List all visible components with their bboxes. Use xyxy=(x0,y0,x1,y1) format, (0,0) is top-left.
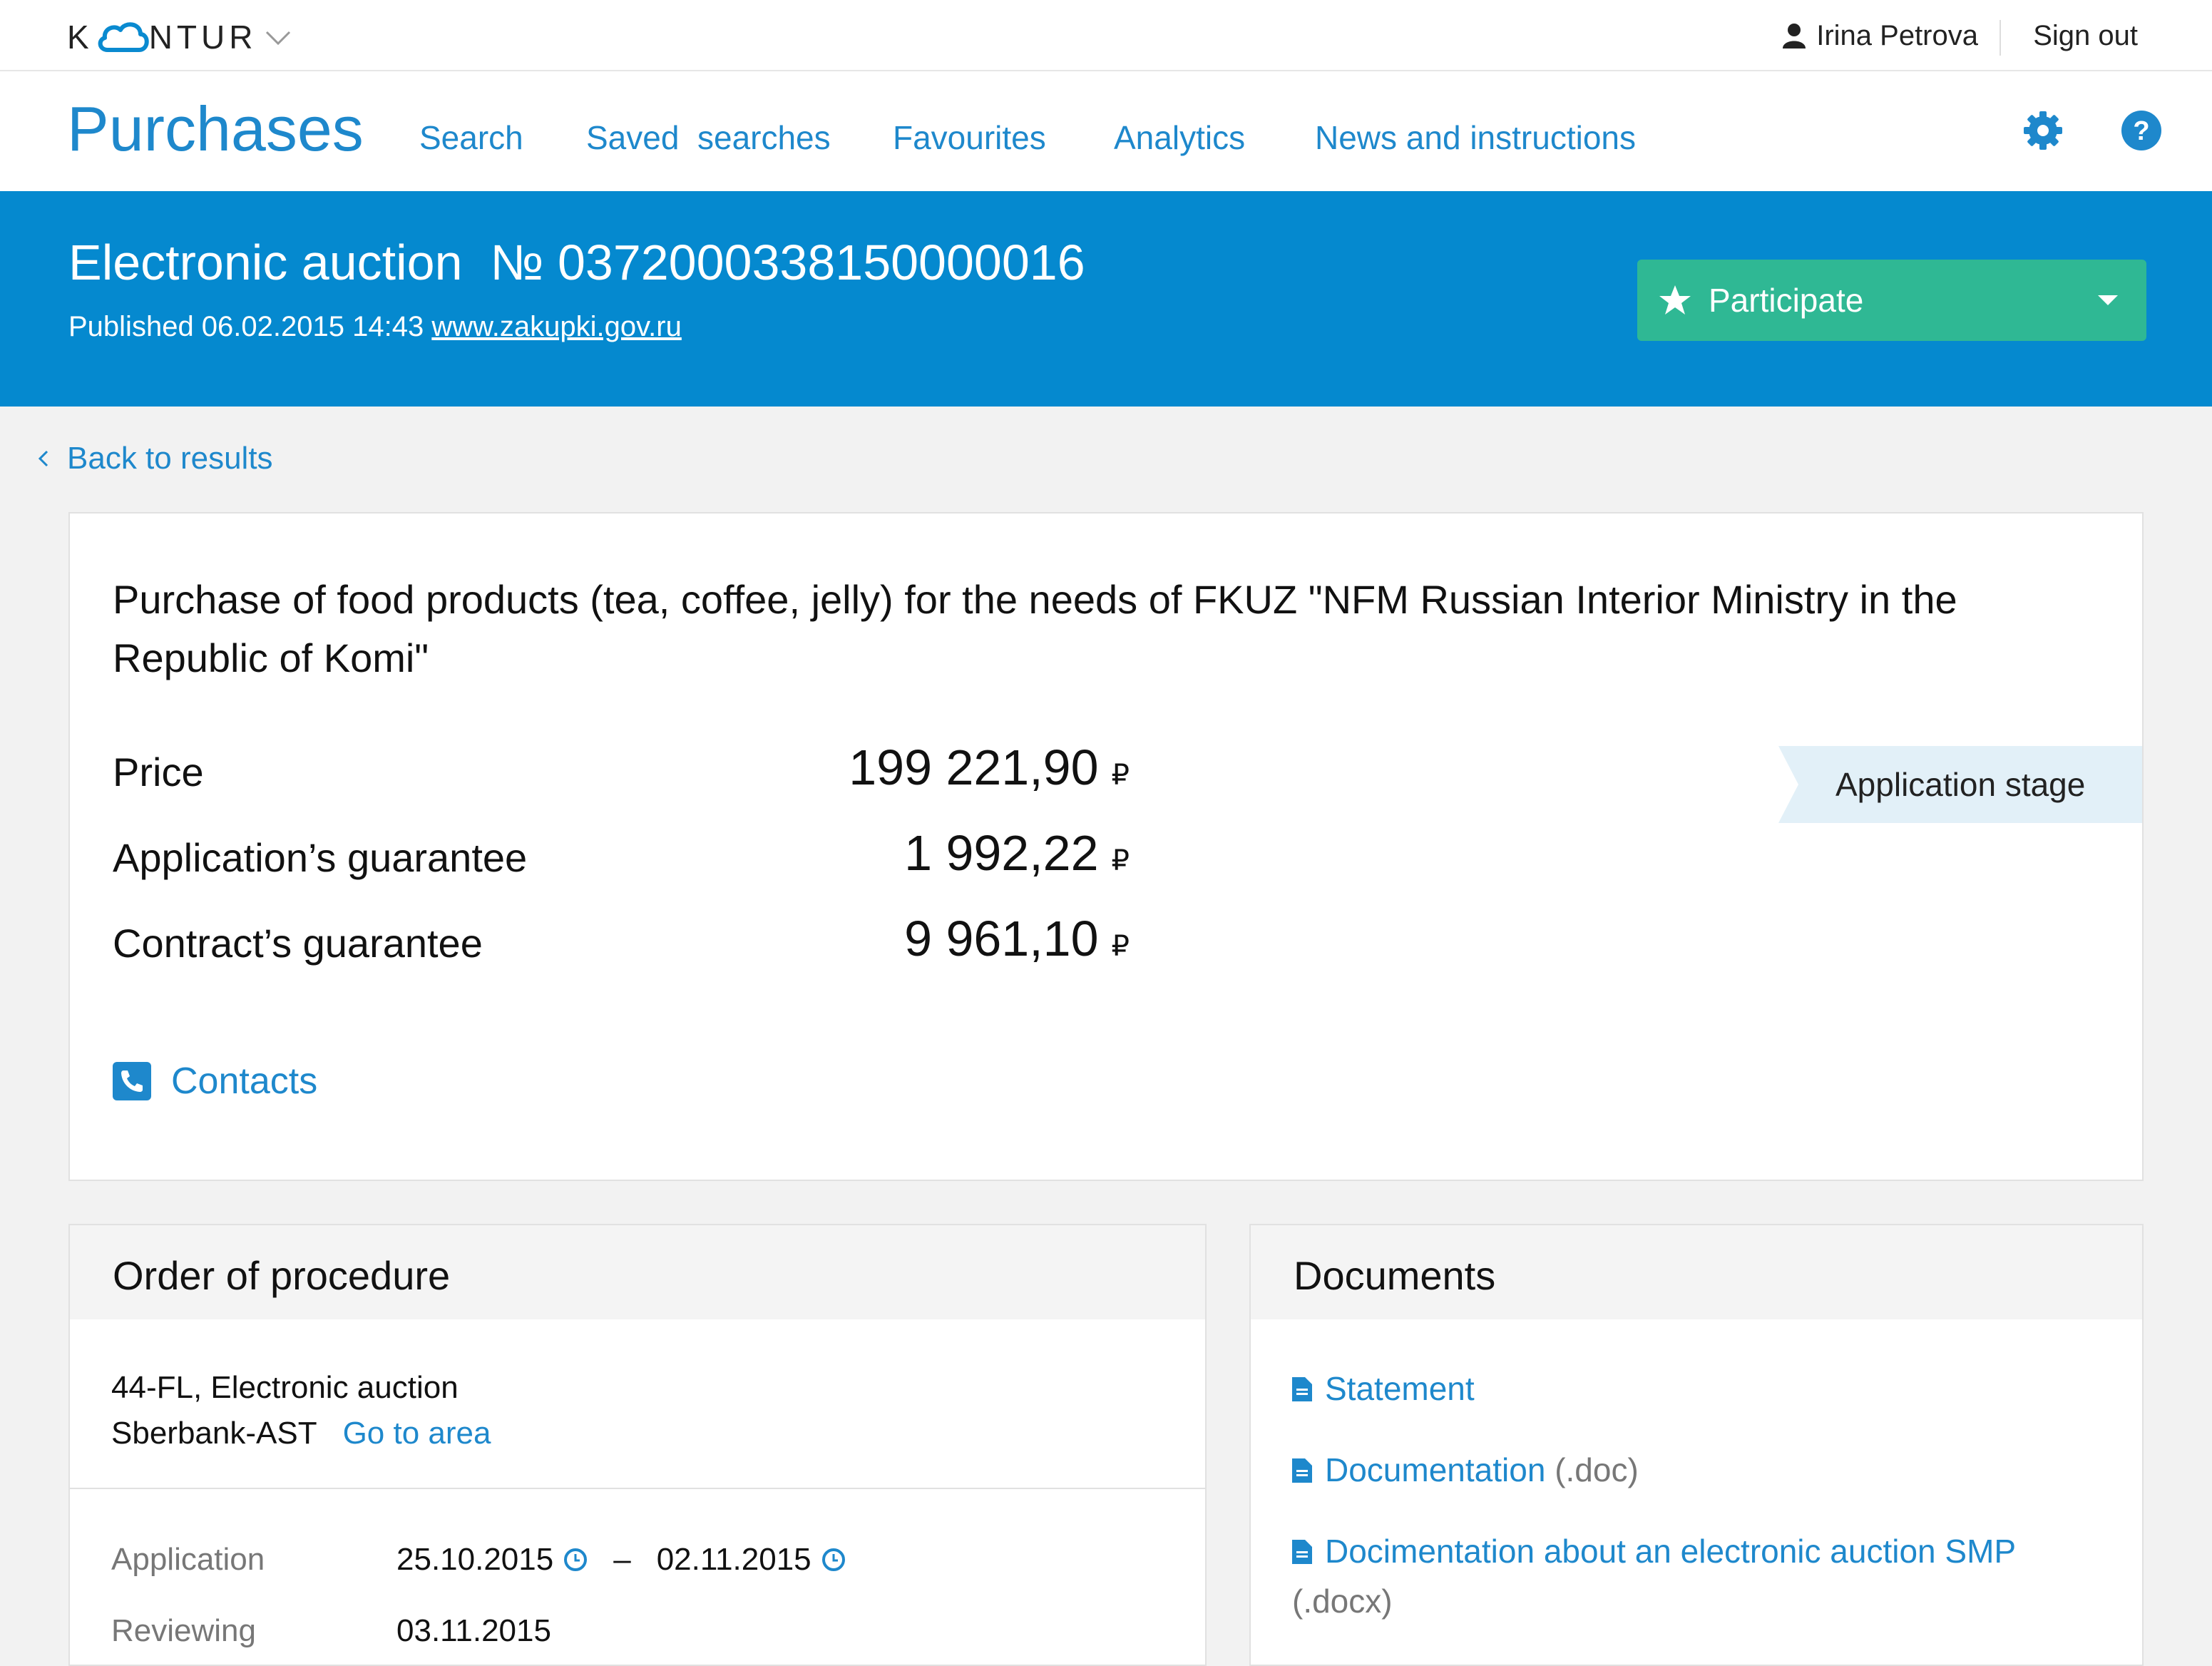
auction-header: Electronic auction № 0372000338150000016… xyxy=(0,191,2212,407)
documents-card: Documents Statement Documentation (.doc)… xyxy=(1249,1224,2144,1666)
kontur-logo[interactable]: K NTUR xyxy=(67,19,292,56)
document-link-statement[interactable]: Statement xyxy=(1292,1364,2112,1414)
application-guarantee-value: 1 992,22 ₽ xyxy=(904,824,1130,881)
price-value: 199 221,90 ₽ xyxy=(849,739,1130,796)
application-guarantee-amount: 1 992,22 xyxy=(904,825,1099,881)
currency-sign: ₽ xyxy=(1111,760,1130,791)
contacts-link[interactable]: Contacts xyxy=(113,1060,317,1103)
currency-sign: ₽ xyxy=(1111,845,1130,877)
document-icon xyxy=(1292,1540,1312,1564)
contract-guarantee-value: 9 961,10 ₽ xyxy=(904,910,1130,967)
order-heading: Order of procedure xyxy=(70,1225,1205,1319)
user-menu[interactable]: Irina Petrova xyxy=(1782,16,1978,56)
procedure-law: 44-FL, Electronic auction xyxy=(111,1370,459,1405)
date-to: 02.11.2015 xyxy=(656,1542,811,1577)
logo-letter-k: K xyxy=(67,19,93,56)
document-name: Docimentation about an electronic auctio… xyxy=(1325,1533,2017,1570)
participate-label: Participate xyxy=(1709,282,1864,319)
nav-favourites[interactable]: Favourites xyxy=(893,118,1046,157)
logo-letters-ntur: NTUR xyxy=(148,19,257,56)
document-extension: (.docx) xyxy=(1292,1583,1393,1620)
order-of-procedure-card: Order of procedure 44-FL, Electronic auc… xyxy=(68,1224,1207,1666)
date-dash: – xyxy=(613,1542,631,1577)
caret-down-icon[interactable] xyxy=(2098,295,2118,305)
chevron-left-icon xyxy=(38,450,48,467)
divider xyxy=(1999,20,2001,56)
star-icon xyxy=(1659,285,1691,315)
price-label: Price xyxy=(113,750,204,794)
gear-icon[interactable] xyxy=(2021,108,2065,153)
user-icon xyxy=(1783,24,1806,48)
purchase-title: Purchase of food products (tea, coffee, … xyxy=(113,577,1957,680)
document-name: Statement xyxy=(1325,1370,1475,1407)
platform-name: Sberbank-AST xyxy=(111,1416,317,1451)
stage-label: Application stage xyxy=(1835,766,2086,803)
cloud-icon xyxy=(98,22,149,52)
sign-out-link[interactable]: Sign out xyxy=(2033,16,2138,56)
contract-guarantee-amount: 9 961,10 xyxy=(904,911,1099,966)
phone-icon xyxy=(113,1062,151,1100)
application-guarantee-label: Application’s guarantee xyxy=(113,835,528,880)
schedule-reviewing-date: 03.11.2015 xyxy=(396,1613,551,1649)
document-icon xyxy=(1292,1458,1312,1483)
nav-analytics[interactable]: Analytics xyxy=(1114,118,1245,157)
back-label: Back to results xyxy=(67,441,273,476)
main-nav: Purchases Search Saved searches Favourit… xyxy=(0,71,2212,191)
back-to-results-link[interactable]: Back to results xyxy=(37,441,273,476)
nav-news-and-instructions[interactable]: News and instructions xyxy=(1315,118,1636,157)
user-name: Irina Petrova xyxy=(1816,19,1978,51)
contract-guarantee-label: Contract’s guarantee xyxy=(113,921,483,966)
divider xyxy=(70,1488,1205,1489)
procedure-platform-row: Sberbank-AST Go to area xyxy=(111,1411,491,1456)
document-name: Documentation xyxy=(1325,1451,1546,1488)
published-date: Published 06.02.2015 14:43 xyxy=(68,311,424,342)
schedule-label-application: Application xyxy=(111,1542,265,1577)
purchase-summary-card: Purchase of food products (tea, coffee, … xyxy=(68,512,2144,1181)
document-icon xyxy=(1292,1377,1312,1401)
top-bar: K NTUR Irina Petrova Sign out xyxy=(0,0,2212,71)
schedule-application-dates: 25.10.2015 – 02.11.2015 xyxy=(396,1542,846,1578)
chevron-down-icon[interactable] xyxy=(264,26,292,48)
zakupki-link[interactable]: www.zakupki.gov.ru xyxy=(431,311,682,342)
documents-heading: Documents xyxy=(1251,1225,2142,1319)
published-info: Published 06.02.2015 14:43 www.zakupki.g… xyxy=(68,311,682,343)
document-extension: (.doc) xyxy=(1555,1451,1639,1488)
clock-icon[interactable] xyxy=(563,1548,588,1572)
nav-saved-searches[interactable]: Saved searches xyxy=(586,118,831,157)
status-badge: Application stage xyxy=(1778,746,2142,823)
auction-title: Electronic auction № 0372000338150000016 xyxy=(68,235,1085,290)
date-from: 03.11.2015 xyxy=(396,1613,551,1648)
date-from: 25.10.2015 xyxy=(396,1542,554,1577)
document-link-smp-auction[interactable]: Docimentation about an electronic auctio… xyxy=(1292,1526,2112,1626)
document-link-documentation[interactable]: Documentation (.doc) xyxy=(1292,1445,2112,1495)
go-to-area-link[interactable]: Go to area xyxy=(343,1416,491,1451)
participate-button[interactable]: Participate xyxy=(1637,260,2146,341)
contacts-label: Contacts xyxy=(171,1061,318,1102)
app-title[interactable]: Purchases xyxy=(67,93,364,165)
help-icon[interactable]: ? xyxy=(2119,108,2164,153)
schedule-label-reviewing: Reviewing xyxy=(111,1613,256,1648)
svg-text:?: ? xyxy=(2133,116,2149,146)
currency-sign: ₽ xyxy=(1111,931,1130,962)
nav-search[interactable]: Search xyxy=(419,118,523,157)
procedure-info: 44-FL, Electronic auction Sberbank-AST Go… xyxy=(111,1365,491,1456)
clock-icon[interactable] xyxy=(821,1548,846,1572)
price-amount: 199 221,90 xyxy=(849,740,1099,795)
